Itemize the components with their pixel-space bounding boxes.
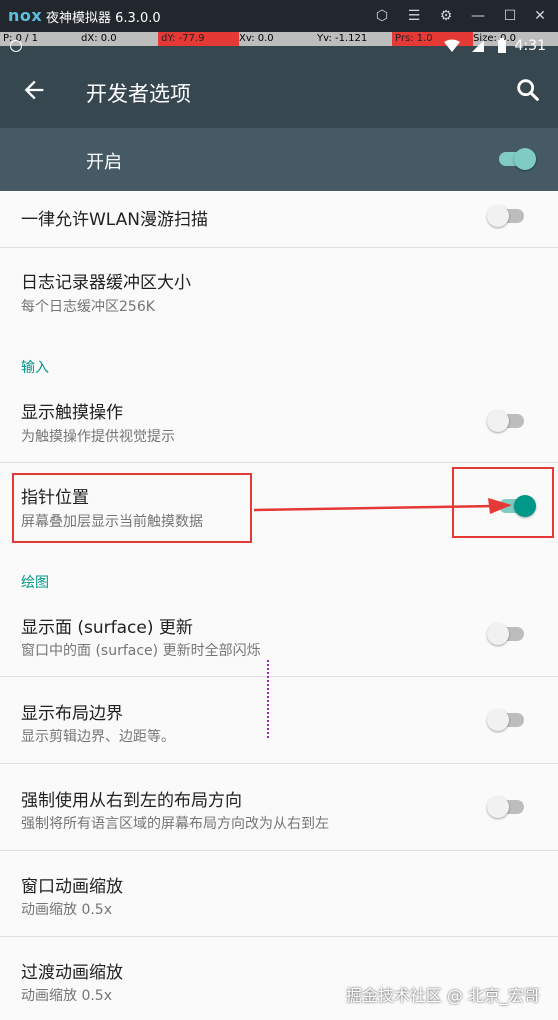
page-title: 开发者选项 (86, 82, 191, 106)
master-switch-bar[interactable]: 开启 (0, 128, 558, 191)
status-icons (442, 38, 512, 58)
sync-icon (10, 40, 22, 52)
setting-wlan-roaming-scan[interactable]: 一律允许WLAN漫游扫描 (0, 191, 558, 248)
setting-summary: 显示剪辑边界、边距等。 (21, 729, 175, 745)
back-arrow-icon[interactable] (20, 76, 48, 104)
setting-title: 显示触摸操作 (21, 403, 123, 423)
wlan-roaming-toggle[interactable] (487, 203, 527, 227)
close-icon[interactable]: ✕ (529, 5, 551, 27)
setting-logger-buffer-size[interactable]: 日志记录器缓冲区大小 每个日志缓冲区256K (0, 248, 558, 334)
menu-icon[interactable]: ☰ (403, 5, 425, 27)
status-clock: 4:31 (514, 38, 546, 54)
category-drawing-header: 绘图 (21, 575, 49, 591)
watermark: 掘金技术社区 @ 北京_宏哥 (345, 986, 540, 1005)
setting-show-surface-updates[interactable]: 显示面 (surface) 更新 窗口中的面 (surface) 更新时全部闪烁 (0, 593, 558, 677)
setting-summary: 每个日志缓冲区256K (21, 299, 155, 315)
setting-title: 日志记录器缓冲区大小 (21, 273, 191, 293)
maximize-icon[interactable]: ☐ (499, 5, 521, 27)
setting-summary: 窗口中的面 (surface) 更新时全部闪烁 (21, 643, 261, 659)
setting-summary: 动画缩放 0.5x (21, 988, 112, 1004)
search-icon[interactable] (514, 76, 542, 104)
setting-transition-animation-scale[interactable]: 过渡动画缩放 动画缩放 0.5x (0, 937, 558, 1020)
setting-show-layout-bounds[interactable]: 显示布局边界 显示剪辑边界、边距等。 (0, 677, 558, 764)
setting-title: 窗口动画缩放 (21, 877, 123, 897)
highlight-box-label (12, 473, 252, 543)
debug-dx: dX: 0.0 (81, 33, 117, 44)
debug-yv: Yv: -1.121 (317, 33, 368, 44)
emulator-title-bar: nox 夜神模拟器 6.3.0.0 ⬡ ☰ ⚙ — ☐ ✕ (0, 0, 558, 32)
setting-title: 显示面 (surface) 更新 (21, 618, 193, 638)
setting-show-touches[interactable]: 显示触摸操作 为触摸操作提供视觉提示 (0, 378, 558, 463)
setting-summary: 为触摸操作提供视觉提示 (21, 429, 175, 445)
app-bar: 开发者选项 (0, 46, 558, 128)
setting-title: 强制使用从右到左的布局方向 (21, 791, 242, 811)
setting-title: 过渡动画缩放 (21, 963, 123, 983)
show-touches-toggle[interactable] (487, 408, 527, 432)
surface-updates-toggle[interactable] (487, 621, 527, 645)
layout-bounds-toggle[interactable] (487, 707, 527, 731)
master-switch-toggle[interactable] (496, 146, 536, 170)
force-rtl-toggle[interactable] (487, 794, 527, 818)
setting-summary: 强制将所有语言区域的屏幕布局方向改为从右到左 (21, 816, 329, 832)
skin-icon[interactable]: ⬡ (371, 5, 393, 27)
setting-window-animation-scale[interactable]: 窗口动画缩放 动画缩放 0.5x (0, 851, 558, 937)
debug-dy: dY: -77.9 (158, 32, 239, 46)
pointer-trail (267, 660, 270, 738)
setting-title: 一律允许WLAN漫游扫描 (21, 210, 209, 230)
master-switch-label: 开启 (86, 152, 122, 173)
setting-force-rtl-layout[interactable]: 强制使用从右到左的布局方向 强制将所有语言区域的屏幕布局方向改为从右到左 (0, 764, 558, 851)
emulator-title: 夜神模拟器 6.3.0.0 (46, 11, 161, 26)
minimize-icon[interactable]: — (467, 5, 489, 27)
annotation-arrow (253, 498, 512, 514)
debug-xv: Xv: 0.0 (239, 33, 274, 44)
settings-gear-icon[interactable]: ⚙ (435, 5, 457, 27)
category-input-header: 输入 (21, 360, 49, 376)
setting-title: 显示布局边界 (21, 704, 123, 724)
setting-summary: 动画缩放 0.5x (21, 902, 112, 918)
nox-logo: nox (8, 6, 43, 25)
